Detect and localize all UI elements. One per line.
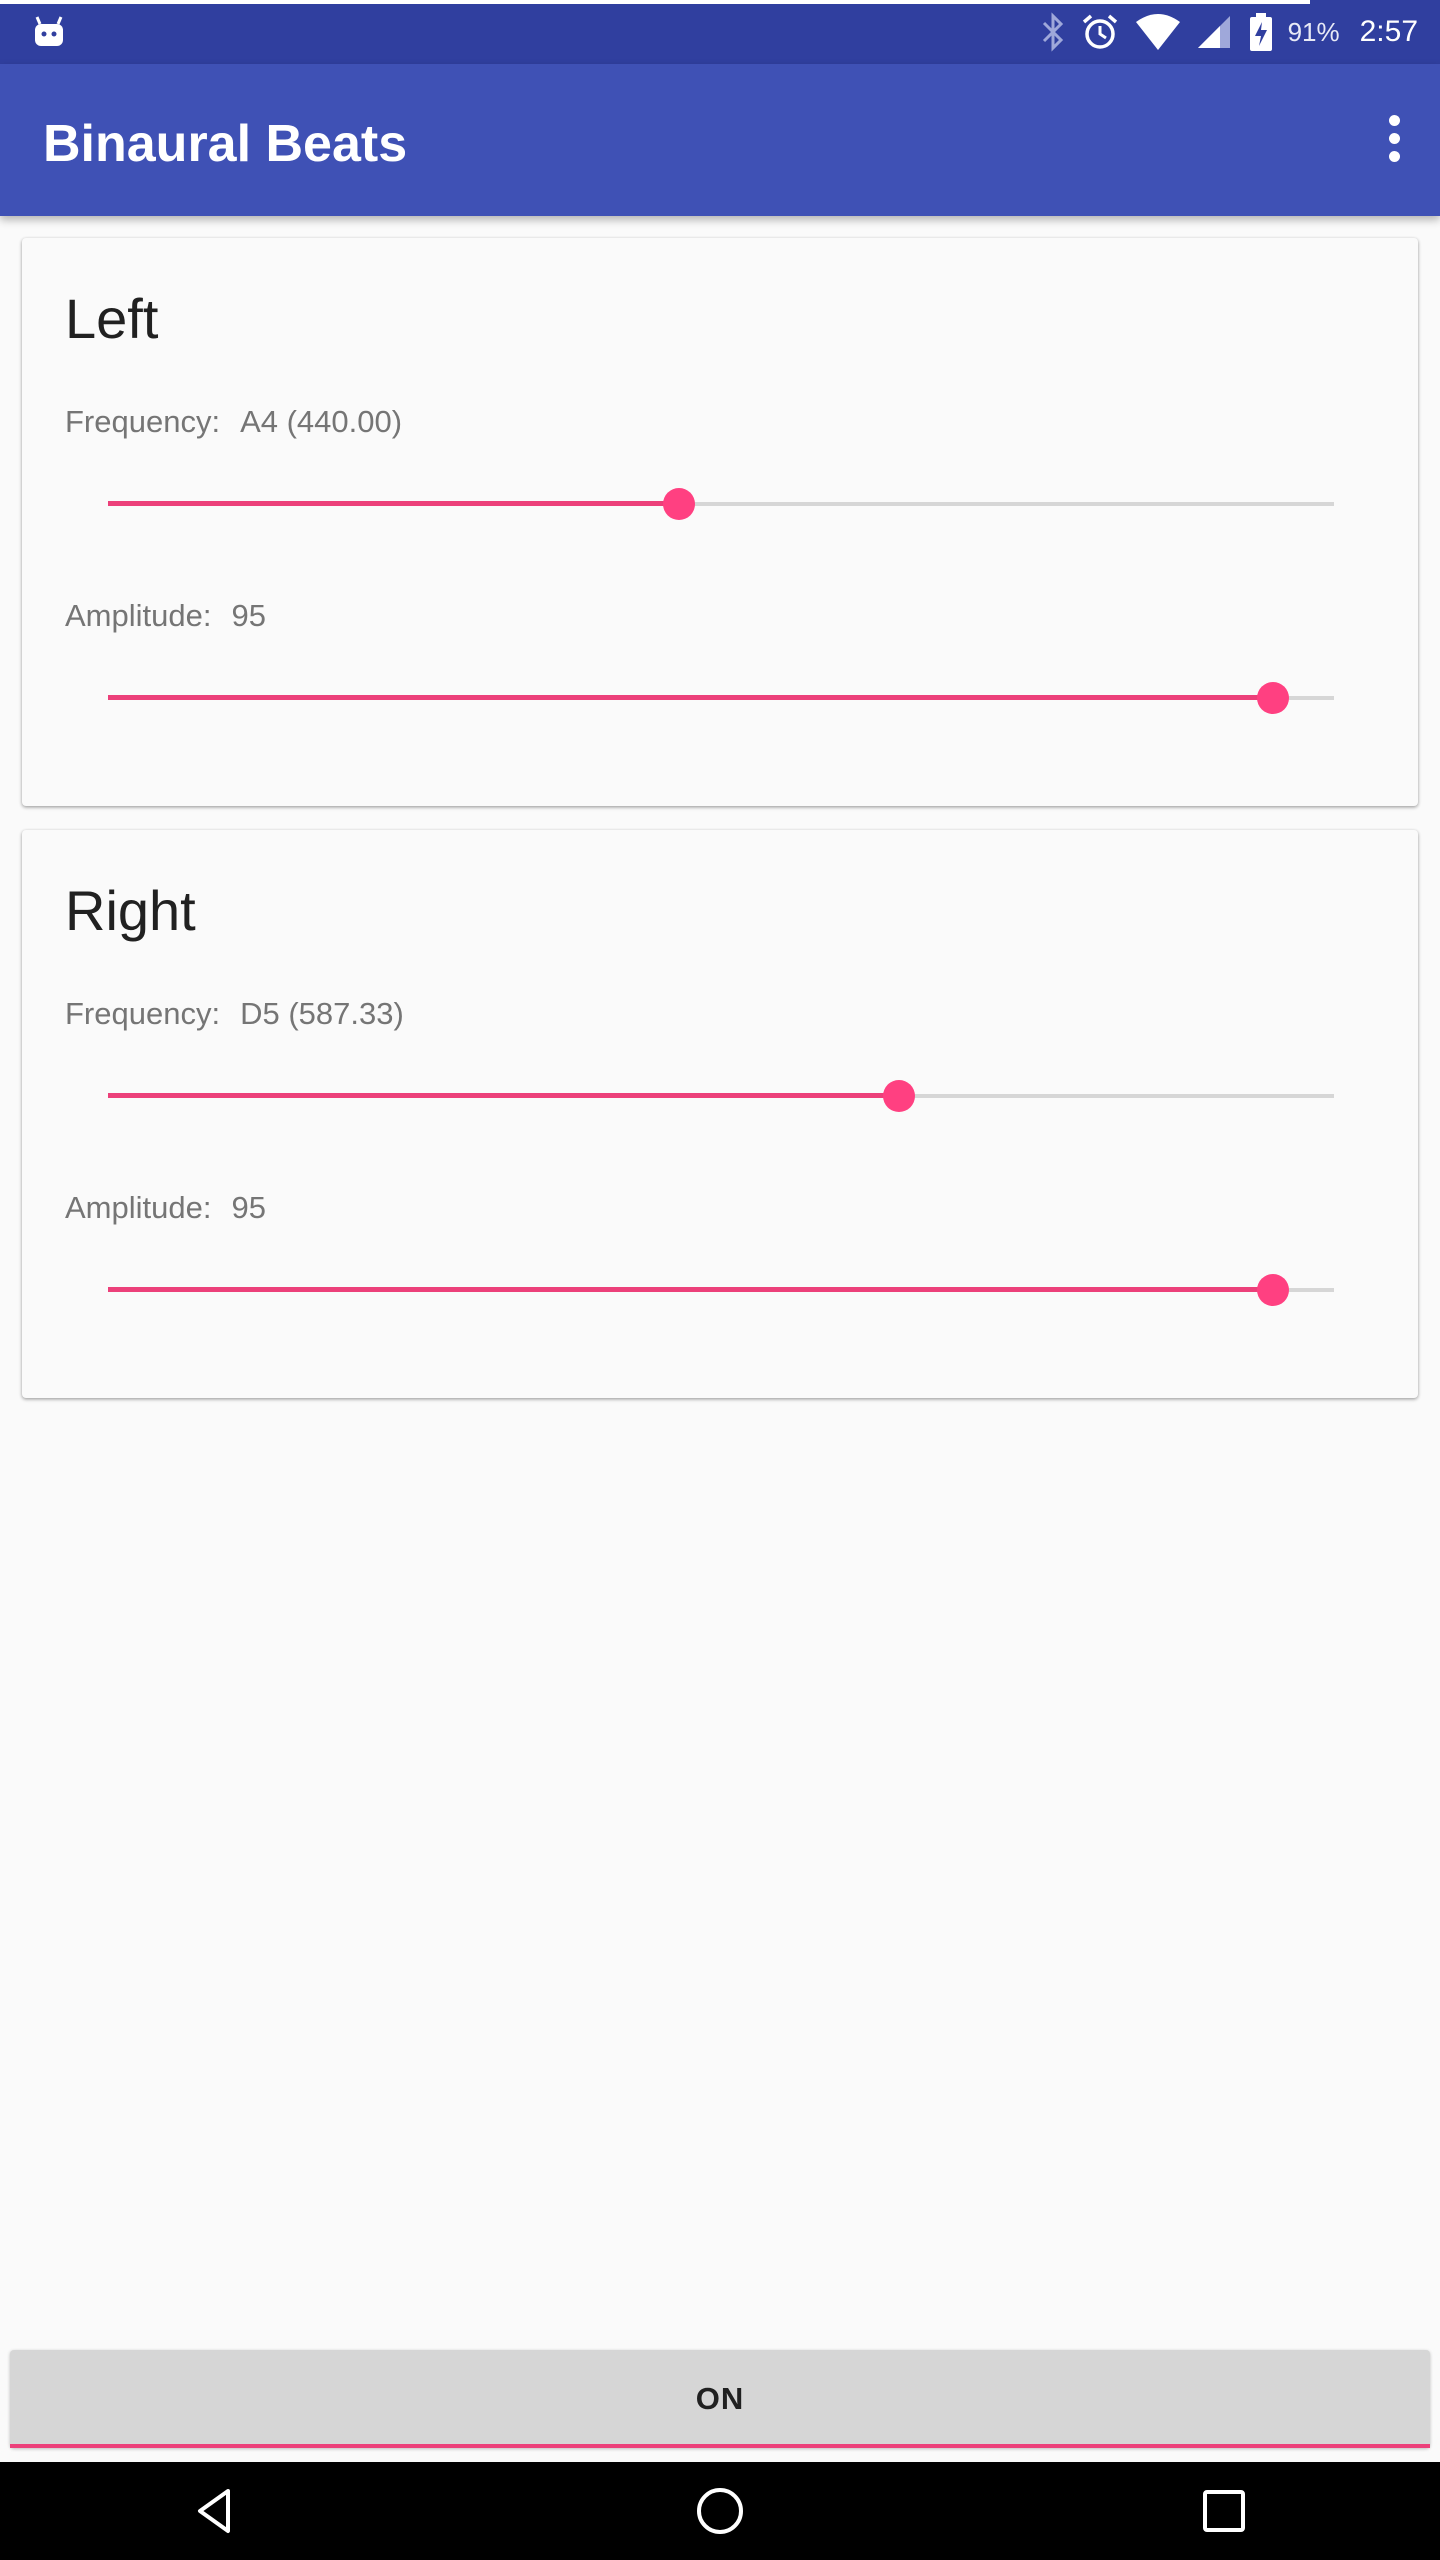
- left-amplitude-slider[interactable]: [108, 668, 1334, 728]
- alarm-icon: [1080, 12, 1120, 52]
- channel-title: Right: [65, 879, 196, 942]
- button-accent-underline: [10, 2444, 1430, 2448]
- amplitude-label: Amplitude: 95: [65, 598, 266, 634]
- left-frequency-slider[interactable]: [108, 474, 1334, 534]
- slider-fill: [108, 1093, 899, 1098]
- amplitude-caption: Amplitude:: [65, 598, 212, 633]
- right-frequency-slider[interactable]: [108, 1066, 1334, 1126]
- slider-thumb[interactable]: [1256, 1274, 1289, 1306]
- overflow-menu-icon[interactable]: [1374, 108, 1414, 172]
- slider-thumb[interactable]: [663, 488, 696, 520]
- on-button-label: ON: [695, 2381, 745, 2416]
- wifi-icon: [1134, 12, 1182, 52]
- frequency-value: A4 (440.00): [240, 404, 403, 439]
- home-icon[interactable]: [688, 2479, 752, 2543]
- app-title: Binaural Beats: [43, 115, 408, 173]
- on-toggle-button[interactable]: ON: [10, 2350, 1430, 2448]
- recents-icon[interactable]: [1192, 2479, 1256, 2543]
- right-channel-card: Right Frequency: D5 (587.33) Amplitude: 95: [22, 830, 1418, 1398]
- slider-thumb[interactable]: [1256, 682, 1289, 714]
- navigation-bar: [0, 2462, 1440, 2560]
- amplitude-value: 95: [231, 598, 266, 633]
- frequency-label: Frequency: D5 (587.33): [65, 996, 404, 1032]
- frequency-caption: Frequency:: [65, 404, 221, 439]
- right-amplitude-slider[interactable]: [108, 1260, 1334, 1320]
- amplitude-caption: Amplitude:: [65, 1190, 212, 1225]
- slider-fill: [108, 1287, 1273, 1292]
- frequency-label: Frequency: A4 (440.00): [65, 404, 402, 440]
- left-channel-card: Left Frequency: A4 (440.00) Amplitude: 95: [22, 238, 1418, 806]
- amplitude-value: 95: [231, 1190, 266, 1225]
- slider-thumb[interactable]: [882, 1080, 915, 1112]
- battery-percent: 91%: [1287, 16, 1340, 47]
- slider-fill: [108, 695, 1273, 700]
- status-bar: 91% 2:57: [0, 0, 1440, 64]
- bluetooth-icon: [1040, 12, 1066, 52]
- status-clock: 2:57: [1359, 15, 1418, 48]
- cell-signal-icon: [1196, 12, 1234, 52]
- frequency-caption: Frequency:: [65, 996, 221, 1031]
- slider-fill: [108, 501, 680, 506]
- frequency-value: D5 (587.33): [240, 996, 404, 1031]
- android-notification-icon: [35, 16, 63, 46]
- amplitude-label: Amplitude: 95: [65, 1190, 266, 1226]
- channel-title: Left: [65, 287, 159, 350]
- battery-charging-icon: [1248, 12, 1274, 52]
- back-icon[interactable]: [184, 2479, 248, 2543]
- app-bar: Binaural Beats: [0, 64, 1440, 216]
